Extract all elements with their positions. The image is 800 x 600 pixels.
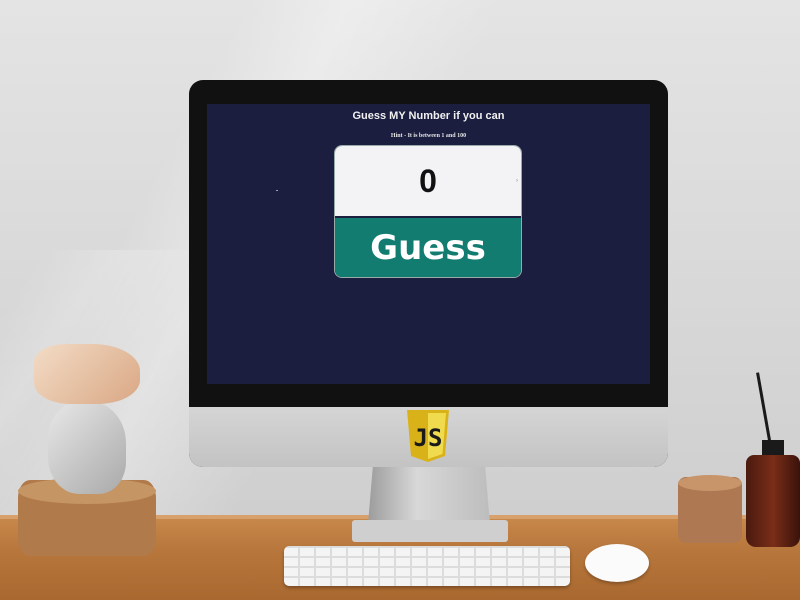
wood-cup-top xyxy=(678,475,742,491)
spinner-arrow-icon: › xyxy=(516,178,518,184)
monitor-foot xyxy=(352,520,508,542)
monitor-stand xyxy=(368,466,490,524)
guess-number-input[interactable] xyxy=(335,146,521,216)
monitor: Guess MY Number if you can Hint - It is … xyxy=(189,80,668,467)
stray-dot xyxy=(276,190,278,191)
guess-card: › Guess xyxy=(335,146,521,277)
mouse xyxy=(585,544,649,582)
app-screen: Guess MY Number if you can Hint - It is … xyxy=(207,104,650,384)
grey-stone xyxy=(48,402,126,494)
peach-stone xyxy=(34,344,140,404)
amber-bottle xyxy=(746,455,800,547)
guess-button[interactable]: Guess xyxy=(335,218,521,277)
hint-text: Hint - It is between 1 and 100 xyxy=(390,133,467,139)
javascript-shield-icon: JS xyxy=(407,410,449,462)
js-logo-text: JS xyxy=(414,424,443,452)
keyboard xyxy=(284,546,570,586)
page-title: Guess MY Number if you can xyxy=(352,110,505,122)
